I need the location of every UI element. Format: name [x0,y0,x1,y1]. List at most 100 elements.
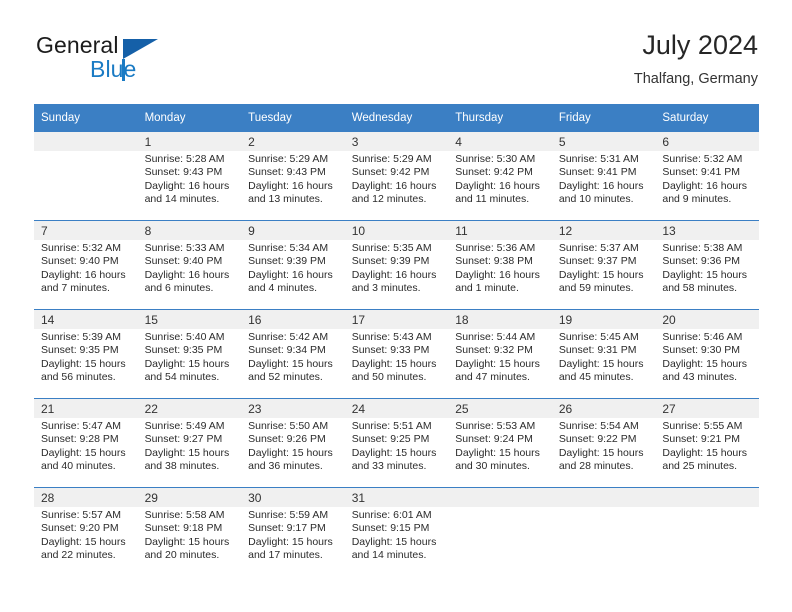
sunrise-time: Sunrise: 5:58 AM [144,509,225,521]
calendar-day-cell[interactable]: 20 Sunrise: 5:46 AM Sunset: 9:30 PM Dayligh… [655,309,759,399]
daylight-duration-line2: and 6 minutes. [144,281,214,294]
sunrise-time: Sunrise: 5:32 AM [662,153,743,165]
weekday-header-wednesday: Wednesday [344,104,449,132]
calendar-day-cell[interactable]: 25 Sunrise: 5:53 AM Sunset: 9:24 PM Dayligh… [448,398,552,488]
page-title: July 2024 [642,30,758,60]
calendar-day-cell[interactable]: 14 Sunrise: 5:39 AM Sunset: 9:35 PM Dayligh… [34,309,138,399]
daylight-duration-line2: and 14 minutes. [351,548,427,561]
calendar-day-cell[interactable]: 23 Sunrise: 5:50 AM Sunset: 9:26 PM Dayligh… [241,398,345,488]
day-number: 22 [137,399,242,418]
day-details: Sunrise: 5:44 AM Sunset: 9:32 PM Daylight:… [448,329,552,384]
calendar-cell-inner: 7 Sunrise: 5:32 AM Sunset: 9:40 PM Daylight… [34,221,138,309]
daylight-duration-line1: Daylight: 16 hours [662,179,748,192]
brand-logo[interactable]: General Blue [34,32,234,88]
day-number: 21 [34,399,138,418]
calendar-day-cell[interactable]: 31 Sunrise: 6:01 AM Sunset: 9:15 PM Dayligh… [344,487,449,576]
daylight-duration-line1: Daylight: 15 hours [144,446,230,459]
sunrise-time: Sunrise: 5:44 AM [455,331,536,343]
daylight-duration-line1: Daylight: 16 hours [455,268,540,281]
day-details: Sunrise: 5:32 AM Sunset: 9:40 PM Daylight:… [34,240,138,295]
calendar-cell-inner: 22 Sunrise: 5:49 AM Sunset: 9:27 PM Dayligh… [137,399,242,487]
calendar-cell-inner: 4 Sunrise: 5:30 AM Sunset: 9:42 PM Daylight… [448,132,552,220]
calendar-day-cell[interactable]: 21 Sunrise: 5:47 AM Sunset: 9:28 PM Dayligh… [34,398,138,488]
daylight-duration-line2: and 50 minutes. [351,370,427,383]
page-header: General Blue July 2024 Thalfang, Germany [34,28,758,96]
calendar-cell-inner: 15 Sunrise: 5:40 AM Sunset: 9:35 PM Dayligh… [137,310,242,398]
sunset-time: Sunset: 9:32 PM [455,344,533,357]
calendar-day-cell[interactable]: 17 Sunrise: 5:43 AM Sunset: 9:33 PM Dayligh… [344,309,449,399]
daylight-duration-line1: Daylight: 15 hours [248,535,333,548]
calendar-cell-inner: 13 Sunrise: 5:38 AM Sunset: 9:36 PM Dayligh… [655,221,759,309]
daylight-duration-line2: and 11 minutes. [455,192,530,205]
calendar-cell-inner: 11 Sunrise: 5:36 AM Sunset: 9:38 PM Dayligh… [448,221,552,309]
day-number: 29 [137,488,242,507]
calendar-day-cell[interactable]: 1 Sunrise: 5:28 AM Sunset: 9:43 PM Daylight… [137,132,242,221]
calendar-day-cell[interactable]: 7 Sunrise: 5:32 AM Sunset: 9:40 PM Daylight… [34,220,138,310]
calendar-day-cell[interactable]: 27 Sunrise: 5:55 AM Sunset: 9:21 PM Dayligh… [655,398,759,488]
daylight-duration-line2: and 43 minutes. [662,370,738,383]
sunset-time: Sunset: 9:43 PM [248,166,326,179]
calendar-day-cell[interactable]: 24 Sunrise: 5:51 AM Sunset: 9:25 PM Dayligh… [344,398,449,488]
day-number: 20 [655,310,759,329]
calendar-day-cell[interactable]: 11 Sunrise: 5:36 AM Sunset: 9:38 PM Dayligh… [448,220,552,310]
calendar-day-cell[interactable]: 12 Sunrise: 5:37 AM Sunset: 9:37 PM Dayligh… [551,220,656,310]
calendar-day-cell[interactable]: 18 Sunrise: 5:44 AM Sunset: 9:32 PM Dayligh… [448,309,552,399]
day-details: Sunrise: 5:30 AM Sunset: 9:42 PM Daylight:… [448,151,552,206]
calendar-day-cell[interactable]: 30 Sunrise: 5:59 AM Sunset: 9:17 PM Dayligh… [241,487,345,576]
sunset-time: Sunset: 9:30 PM [662,344,741,357]
day-number: 23 [241,399,345,418]
calendar-day-cell[interactable]: 29 Sunrise: 5:58 AM Sunset: 9:18 PM Dayligh… [137,487,242,576]
calendar-day-cell[interactable]: 10 Sunrise: 5:35 AM Sunset: 9:39 PM Dayligh… [344,220,449,310]
calendar-day-cell[interactable]: 3 Sunrise: 5:29 AM Sunset: 9:42 PM Daylight… [344,132,449,221]
calendar-day-cell[interactable]: 16 Sunrise: 5:42 AM Sunset: 9:34 PM Dayligh… [241,309,345,399]
day-details: Sunrise: 5:32 AM Sunset: 9:41 PM Daylight:… [655,151,759,206]
day-details: Sunrise: 5:35 AM Sunset: 9:39 PM Daylight:… [345,240,449,295]
calendar-day-cell[interactable]: 5 Sunrise: 5:31 AM Sunset: 9:41 PM Daylight… [551,132,656,221]
sunset-time: Sunset: 9:38 PM [455,255,533,268]
day-details: Sunrise: 5:57 AM Sunset: 9:20 PM Daylight:… [34,507,138,562]
sunset-time: Sunset: 9:33 PM [351,344,430,357]
daylight-duration-line2: and 13 minutes. [248,192,323,205]
day-number: 1 [137,132,242,151]
sunrise-time: Sunrise: 5:32 AM [41,242,121,254]
calendar-day-cell[interactable]: 9 Sunrise: 5:34 AM Sunset: 9:39 PM Daylight… [241,220,345,310]
calendar-day-cell[interactable]: 4 Sunrise: 5:30 AM Sunset: 9:42 PM Daylight… [448,132,552,221]
daylight-duration-line2: and 9 minutes. [662,192,732,205]
sunrise-time: Sunrise: 5:47 AM [41,420,121,432]
calendar-day-cell[interactable]: 8 Sunrise: 5:33 AM Sunset: 9:40 PM Daylight… [137,220,242,310]
day-number: 9 [241,221,345,240]
day-number [448,488,552,507]
calendar-day-cell[interactable]: 15 Sunrise: 5:40 AM Sunset: 9:35 PM Dayligh… [137,309,242,399]
weekday-header-tuesday: Tuesday [241,104,345,132]
calendar-day-cell[interactable]: 6 Sunrise: 5:32 AM Sunset: 9:41 PM Daylight… [655,132,759,221]
sunrise-time: Sunrise: 5:53 AM [455,420,536,432]
brand-name-blue: Blue [90,56,137,82]
day-details: Sunrise: 5:29 AM Sunset: 9:43 PM Daylight:… [241,151,345,206]
day-details: Sunrise: 5:47 AM Sunset: 9:28 PM Daylight:… [34,418,138,473]
daylight-duration-line1: Daylight: 15 hours [351,535,437,548]
day-details: Sunrise: 5:37 AM Sunset: 9:37 PM Daylight:… [552,240,656,295]
sunset-time: Sunset: 9:35 PM [144,344,223,357]
daylight-duration-line2: and 54 minutes. [144,370,220,383]
day-number: 4 [448,132,552,151]
day-number: 7 [34,221,138,240]
day-number: 25 [448,399,552,418]
calendar-day-cell[interactable]: 26 Sunrise: 5:54 AM Sunset: 9:22 PM Dayligh… [551,398,656,488]
calendar-week-row: 1 Sunrise: 5:28 AM Sunset: 9:43 PM Daylight… [34,132,759,221]
day-details: Sunrise: 5:29 AM Sunset: 9:42 PM Daylight:… [345,151,449,206]
calendar-week-row: 7 Sunrise: 5:32 AM Sunset: 9:40 PM Daylight… [34,220,759,310]
day-details: Sunrise: 5:34 AM Sunset: 9:39 PM Daylight:… [241,240,345,295]
sunrise-time: Sunrise: 5:33 AM [144,242,225,254]
calendar-day-cell[interactable]: 22 Sunrise: 5:49 AM Sunset: 9:27 PM Dayligh… [137,398,242,488]
calendar-day-cell[interactable]: 13 Sunrise: 5:38 AM Sunset: 9:36 PM Dayligh… [655,220,759,310]
sunrise-time: Sunrise: 6:01 AM [351,509,432,521]
calendar-day-cell[interactable]: 28 Sunrise: 5:57 AM Sunset: 9:20 PM Dayligh… [34,487,138,576]
calendar-day-cell[interactable]: 19 Sunrise: 5:45 AM Sunset: 9:31 PM Dayligh… [551,309,656,399]
calendar-day-cell[interactable]: 2 Sunrise: 5:29 AM Sunset: 9:43 PM Daylight… [241,132,345,221]
day-details: Sunrise: 5:36 AM Sunset: 9:38 PM Daylight:… [448,240,552,295]
sunrise-time: Sunrise: 5:55 AM [662,420,743,432]
day-details: Sunrise: 5:49 AM Sunset: 9:27 PM Daylight:… [138,418,242,473]
sunset-time: Sunset: 9:37 PM [558,255,637,268]
sunrise-time: Sunrise: 5:49 AM [144,420,225,432]
daylight-duration-line2: and 14 minutes. [144,192,220,205]
